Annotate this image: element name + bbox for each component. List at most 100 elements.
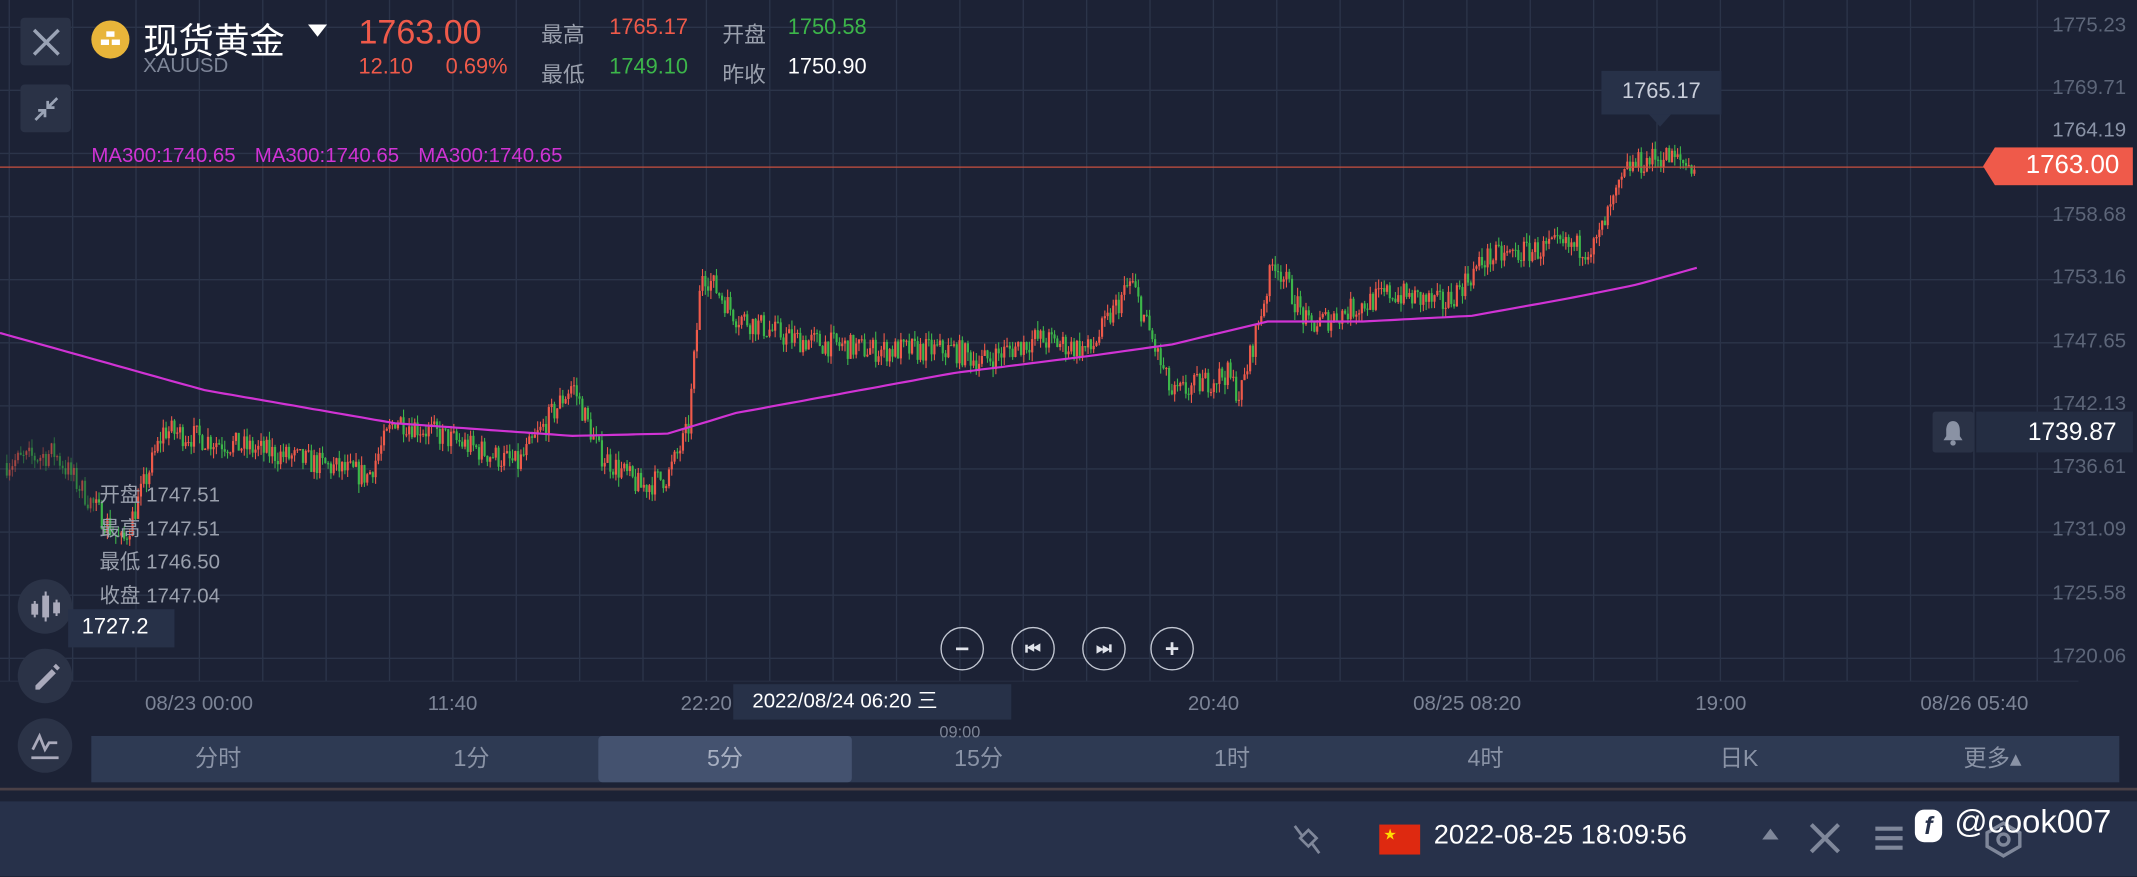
tools-icon[interactable] — [1806, 819, 1844, 857]
divider — [0, 787, 2137, 791]
candle — [427, 426, 430, 437]
candle — [198, 425, 201, 436]
candle — [1419, 291, 1422, 305]
connection-icon[interactable] — [1289, 822, 1324, 857]
candle — [86, 504, 89, 509]
pencil-icon — [35, 663, 60, 690]
expand-up-icon[interactable] — [1762, 828, 1779, 840]
candle — [1204, 372, 1207, 379]
candle — [1000, 353, 1003, 358]
prev-close-label: 昨收 — [722, 64, 766, 88]
ohlc-label: 最高 — [99, 517, 141, 542]
candle — [265, 439, 268, 453]
scroll-start-button[interactable]: ⏮ — [1011, 626, 1055, 671]
candle — [1592, 238, 1595, 255]
chart-type-button[interactable] — [17, 579, 73, 634]
candle — [1662, 159, 1665, 167]
tab-daily[interactable]: 日K — [1612, 736, 1865, 782]
candle — [1181, 382, 1185, 384]
tab-fenshi[interactable]: 分时 — [91, 736, 344, 782]
candle — [1439, 290, 1442, 292]
candle — [1307, 310, 1310, 316]
candle — [1670, 150, 1674, 163]
candle — [1014, 346, 1017, 357]
tab-5min[interactable]: 5分 — [598, 735, 852, 783]
candle — [533, 434, 536, 438]
candle — [528, 436, 531, 445]
dropdown-arrow-icon[interactable] — [308, 24, 328, 37]
alert-button[interactable] — [1932, 411, 1974, 453]
candle — [39, 457, 42, 461]
candle — [500, 465, 503, 467]
candle — [1249, 345, 1252, 372]
candle — [815, 333, 819, 335]
candle — [1631, 161, 1634, 171]
candle — [1114, 299, 1118, 306]
candle — [1366, 308, 1369, 310]
candle — [586, 407, 590, 420]
candle — [667, 469, 671, 487]
candle — [637, 472, 640, 491]
time-axis-label: 09:00 — [939, 722, 981, 742]
crosshair-close: 收盘 1747.04 — [99, 581, 220, 610]
candle — [972, 360, 975, 366]
draw-button[interactable] — [17, 648, 73, 704]
price-axis-label: 1742.13 — [2052, 392, 2127, 416]
scroll-end-button[interactable]: ⏭ — [1082, 626, 1126, 671]
candle — [234, 432, 238, 442]
zoom-out-button[interactable]: − — [940, 626, 985, 671]
price-axis-label: 1747.65 — [2052, 329, 2127, 353]
tab-more[interactable]: 更多▴ — [1866, 736, 2119, 782]
candle — [653, 471, 657, 495]
close-button[interactable] — [20, 17, 71, 66]
candle — [885, 342, 888, 362]
candle — [1642, 171, 1646, 173]
tab-1hour[interactable]: 1时 — [1105, 736, 1358, 782]
candle — [1276, 271, 1280, 273]
tab-4hour[interactable]: 4时 — [1359, 736, 1612, 782]
candle — [64, 468, 67, 475]
candle — [1447, 291, 1450, 308]
candle — [1416, 290, 1419, 292]
candle — [209, 436, 212, 450]
candle — [299, 449, 302, 451]
candle — [1570, 242, 1573, 247]
candle — [662, 479, 665, 489]
china-flag-icon: ★ — [1379, 824, 1421, 855]
candle — [902, 339, 905, 342]
candle — [290, 455, 293, 459]
candle — [1120, 294, 1123, 314]
candle — [1047, 332, 1051, 348]
candle — [659, 471, 662, 480]
candle — [888, 349, 891, 362]
candle — [1126, 285, 1129, 287]
candle — [1187, 393, 1190, 395]
tab-1min[interactable]: 1分 — [345, 736, 598, 782]
low-label: 最低 — [541, 64, 585, 88]
zoom-in-button[interactable]: + — [1150, 626, 1194, 671]
candle — [807, 340, 810, 350]
candle — [1360, 303, 1363, 314]
alert-price[interactable]: 1739.87 — [1976, 411, 2133, 453]
candle — [1229, 362, 1232, 378]
indicator-button[interactable] — [17, 718, 73, 773]
ohlc-label: 开盘 — [99, 483, 141, 507]
candle — [832, 332, 835, 334]
candle — [936, 344, 939, 346]
crosshair-high: 最高 1747.51 — [99, 514, 220, 543]
candle — [1567, 237, 1570, 247]
candle — [1243, 374, 1246, 381]
candle — [44, 453, 48, 466]
candle — [665, 486, 668, 489]
candle — [896, 341, 900, 359]
candle — [1598, 229, 1601, 238]
time-axis-label: 22:20 — [680, 692, 732, 716]
collapse-button[interactable] — [20, 84, 71, 133]
candle — [1654, 148, 1657, 160]
candle — [206, 436, 210, 449]
candle — [994, 348, 997, 369]
candlestick-chart[interactable] — [0, 0, 2137, 682]
tab-15min[interactable]: 15分 — [852, 736, 1105, 782]
ma-legend-item: MA300:1740.65 — [418, 144, 563, 168]
menu-icon[interactable] — [1870, 820, 1908, 855]
